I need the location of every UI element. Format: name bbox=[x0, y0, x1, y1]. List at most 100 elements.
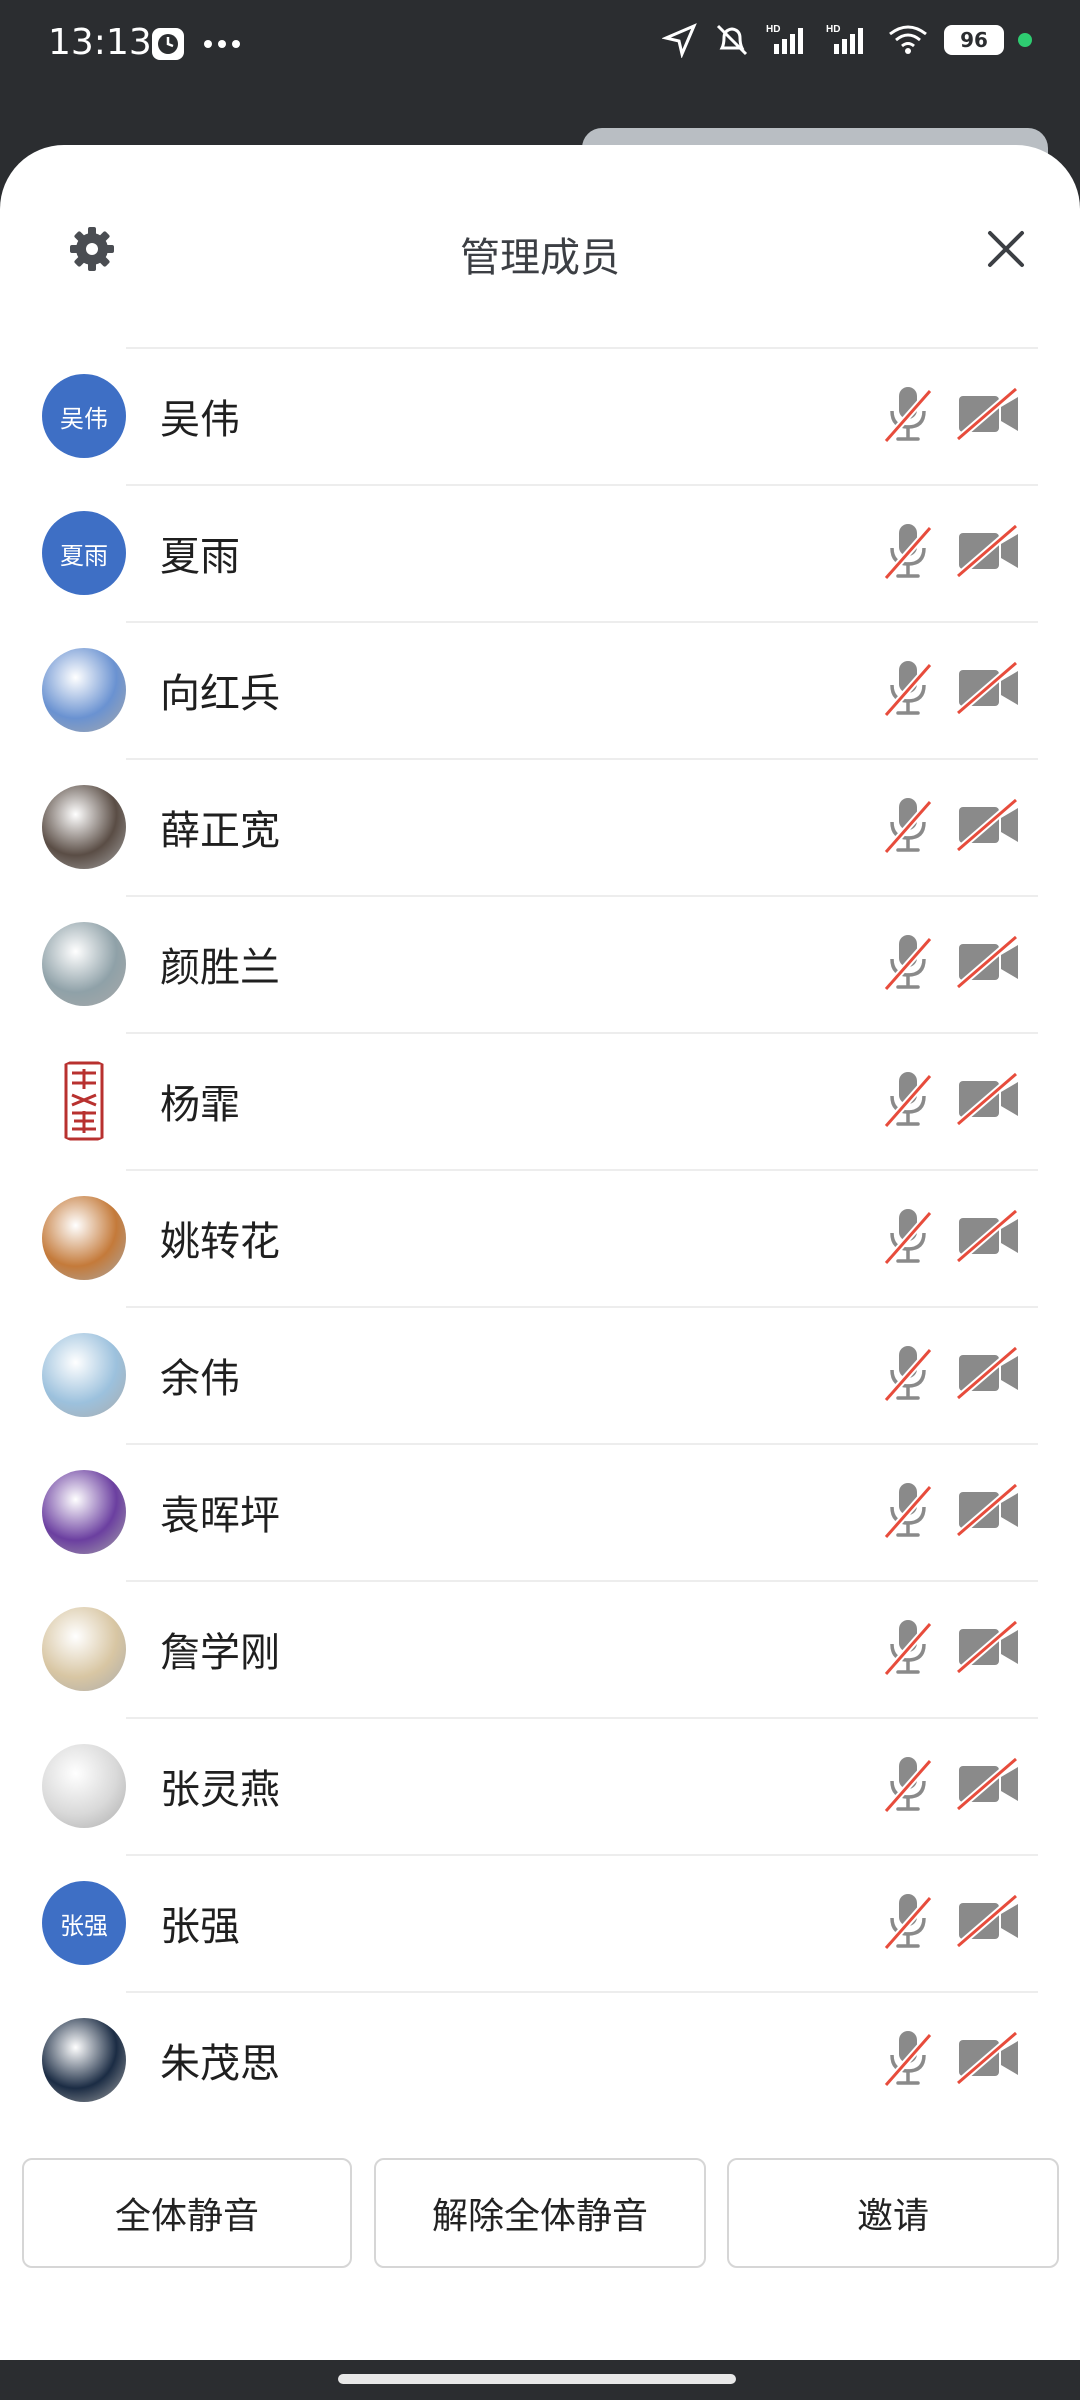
navigation-bar bbox=[0, 2360, 1080, 2400]
mic-muted-icon bbox=[883, 1757, 933, 1814]
wifi-icon bbox=[889, 25, 927, 54]
camera-toggle-button[interactable] bbox=[955, 1619, 1022, 1675]
app-notification-icon bbox=[152, 28, 184, 60]
avatar bbox=[42, 1744, 126, 1828]
camera-off-icon bbox=[955, 1208, 1019, 1264]
camera-off-icon bbox=[955, 2030, 1019, 2086]
mic-muted-icon bbox=[883, 1072, 933, 1129]
mic-muted-icon bbox=[883, 935, 933, 992]
member-row[interactable]: 夏雨 夏雨 bbox=[0, 484, 1080, 621]
camera-toggle-button[interactable] bbox=[955, 2030, 1022, 2086]
avatar bbox=[42, 1470, 126, 1554]
member-row[interactable]: 詹学刚 bbox=[0, 1580, 1080, 1717]
member-list: 吴伟 吴伟 夏雨 夏雨 向红兵 薛正宽 颜胜兰 杨霏 姚转花 余伟 袁晖坪 詹学… bbox=[0, 347, 1080, 2128]
mic-toggle-button[interactable] bbox=[880, 1342, 936, 1406]
mic-muted-icon bbox=[883, 1483, 933, 1540]
member-name: 夏雨 bbox=[160, 534, 240, 580]
member-name: 薛正宽 bbox=[160, 808, 280, 854]
avatar bbox=[42, 2018, 126, 2102]
mic-toggle-button[interactable] bbox=[880, 1616, 936, 1680]
member-name: 张灵燕 bbox=[160, 1767, 280, 1813]
avatar bbox=[42, 1607, 126, 1691]
status-time: 13:13 bbox=[48, 22, 152, 63]
avatar bbox=[42, 1059, 126, 1143]
mute-all-button[interactable]: 全体静音 bbox=[22, 2158, 352, 2268]
avatar: 吴伟 bbox=[42, 374, 126, 458]
member-row[interactable]: 杨霏 bbox=[0, 1032, 1080, 1169]
camera-toggle-button[interactable] bbox=[955, 1756, 1022, 1812]
mic-muted-icon bbox=[883, 661, 933, 718]
member-name: 余伟 bbox=[160, 1356, 240, 1402]
avatar bbox=[42, 1333, 126, 1417]
mic-muted-icon bbox=[883, 1209, 933, 1266]
member-name: 袁晖坪 bbox=[160, 1493, 280, 1539]
close-button[interactable] bbox=[976, 219, 1036, 279]
camera-off-icon bbox=[955, 934, 1019, 990]
location-arrow-icon bbox=[662, 23, 697, 58]
member-row[interactable]: 张灵燕 bbox=[0, 1717, 1080, 1854]
more-notifications-icon bbox=[204, 40, 240, 48]
mic-toggle-button[interactable] bbox=[880, 794, 936, 858]
camera-toggle-button[interactable] bbox=[955, 797, 1022, 853]
mic-toggle-button[interactable] bbox=[880, 383, 936, 447]
avatar bbox=[42, 648, 126, 732]
member-row[interactable]: 余伟 bbox=[0, 1306, 1080, 1443]
seal-avatar-image bbox=[64, 1061, 104, 1141]
member-row[interactable]: 朱茂思 bbox=[0, 1991, 1080, 2128]
avatar: 张强 bbox=[42, 1881, 126, 1965]
camera-toggle-button[interactable] bbox=[955, 660, 1022, 716]
mic-toggle-button[interactable] bbox=[880, 1205, 936, 1269]
camera-toggle-button[interactable] bbox=[955, 1893, 1022, 1949]
camera-toggle-button[interactable] bbox=[955, 1208, 1022, 1264]
member-row[interactable]: 向红兵 bbox=[0, 621, 1080, 758]
camera-off-icon bbox=[955, 1482, 1019, 1538]
avatar bbox=[42, 922, 126, 1006]
mic-toggle-button[interactable] bbox=[880, 931, 936, 995]
mic-toggle-button[interactable] bbox=[880, 1479, 936, 1543]
camera-off-icon bbox=[955, 1071, 1019, 1127]
member-row[interactable]: 姚转花 bbox=[0, 1169, 1080, 1306]
camera-toggle-button[interactable] bbox=[955, 1345, 1022, 1401]
mic-toggle-button[interactable] bbox=[880, 1068, 936, 1132]
status-left-icons bbox=[150, 26, 242, 62]
status-right-icons: HD HD 96 bbox=[662, 22, 1032, 58]
avatar-initials: 张强 bbox=[60, 1911, 108, 1940]
member-name: 杨霏 bbox=[160, 1082, 240, 1128]
member-name: 朱茂思 bbox=[160, 2041, 280, 2087]
mic-muted-icon bbox=[883, 2031, 933, 2088]
mic-muted-icon bbox=[883, 1894, 933, 1951]
action-bar: 全体静音 解除全体静音 邀请 bbox=[0, 2150, 1080, 2270]
member-row[interactable]: 颜胜兰 bbox=[0, 895, 1080, 1032]
member-row[interactable]: 张强 张强 bbox=[0, 1854, 1080, 1991]
mic-toggle-button[interactable] bbox=[880, 520, 936, 584]
home-indicator[interactable] bbox=[338, 2374, 736, 2384]
camera-off-icon bbox=[955, 386, 1019, 442]
member-name: 张强 bbox=[160, 1904, 240, 1950]
close-icon bbox=[988, 231, 1024, 267]
member-row[interactable]: 吴伟 吴伟 bbox=[0, 347, 1080, 484]
avatar bbox=[42, 785, 126, 869]
mic-toggle-button[interactable] bbox=[880, 1890, 936, 1954]
svg-text:HD: HD bbox=[826, 24, 840, 35]
mic-muted-icon bbox=[883, 387, 933, 444]
unmute-all-button[interactable]: 解除全体静音 bbox=[374, 2158, 706, 2268]
mic-toggle-button[interactable] bbox=[880, 2027, 936, 2091]
camera-off-icon bbox=[955, 660, 1019, 716]
mic-toggle-button[interactable] bbox=[880, 1753, 936, 1817]
member-name: 姚转花 bbox=[160, 1219, 280, 1265]
avatar bbox=[42, 1196, 126, 1280]
invite-button[interactable]: 邀请 bbox=[727, 2158, 1059, 2268]
camera-toggle-button[interactable] bbox=[955, 523, 1022, 579]
camera-toggle-button[interactable] bbox=[955, 1071, 1022, 1127]
camera-toggle-button[interactable] bbox=[955, 934, 1022, 990]
camera-off-icon bbox=[955, 1619, 1019, 1675]
member-name: 吴伟 bbox=[160, 397, 240, 443]
signal-icon-2: HD bbox=[826, 24, 863, 54]
avatar: 夏雨 bbox=[42, 511, 126, 595]
bell-muted-icon bbox=[716, 24, 748, 56]
member-row[interactable]: 袁晖坪 bbox=[0, 1443, 1080, 1580]
camera-toggle-button[interactable] bbox=[955, 1482, 1022, 1538]
camera-toggle-button[interactable] bbox=[955, 386, 1022, 442]
mic-toggle-button[interactable] bbox=[880, 657, 936, 721]
member-row[interactable]: 薛正宽 bbox=[0, 758, 1080, 895]
